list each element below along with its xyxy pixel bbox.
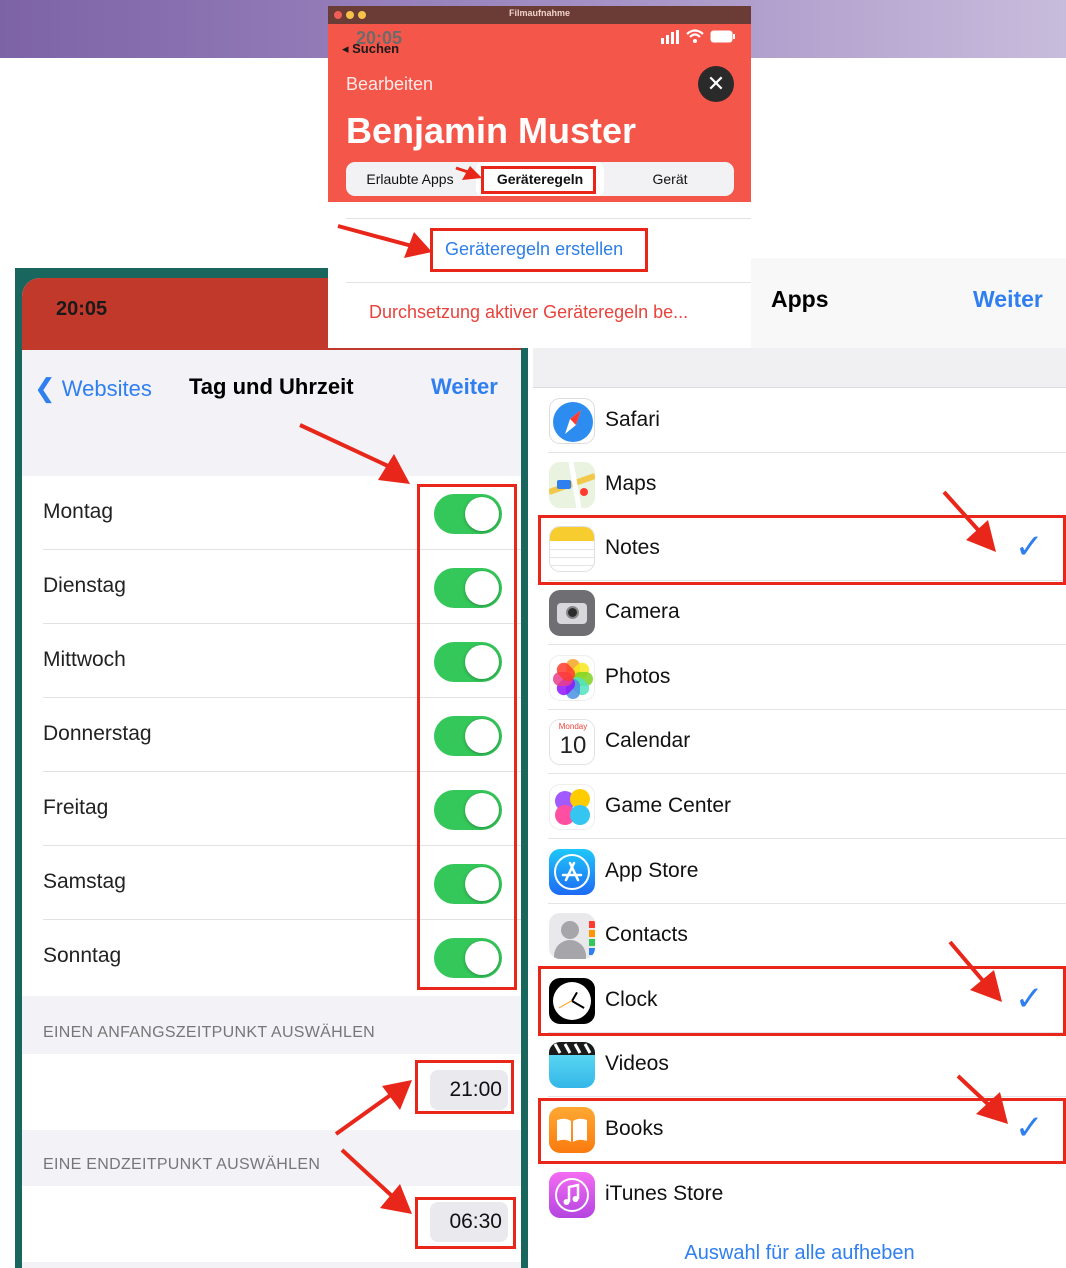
- tab-device[interactable]: Gerät: [606, 162, 734, 196]
- calendar-month: Monday: [558, 722, 588, 731]
- contacts-icon: [549, 913, 595, 959]
- divider: [548, 1096, 1066, 1097]
- chevron-left-icon: ❮: [34, 373, 56, 403]
- calendar-icon: Monday 10: [549, 719, 595, 765]
- back-websites-label: Websites: [61, 376, 152, 401]
- page-title: Apps: [771, 286, 829, 312]
- app-label: Game Center: [605, 794, 732, 817]
- highlight-box-books: [538, 1098, 1066, 1164]
- app-row-videos[interactable]: Videos: [533, 1033, 1066, 1097]
- camera-icon: [549, 590, 595, 636]
- back-to-search[interactable]: ◂ Suchen: [342, 41, 399, 57]
- highlight-box-end-time: [415, 1197, 516, 1249]
- highlight-box-notes: [538, 515, 1066, 585]
- highlight-box-create-rules: [430, 228, 648, 272]
- divider: [548, 838, 1066, 839]
- app-row-contacts[interactable]: Contacts: [533, 904, 1066, 968]
- clear-selection-link[interactable]: Auswahl für alle aufheben: [533, 1242, 1066, 1265]
- close-icon[interactable]: ✕: [698, 66, 734, 102]
- divider: [346, 282, 751, 283]
- enforce-rules-link[interactable]: Durchsetzung aktiver Geräteregeln be...: [369, 302, 688, 323]
- safari-icon: [549, 398, 595, 444]
- profile-name: Benjamin Muster: [346, 110, 637, 151]
- app-row-safari[interactable]: Safari: [533, 389, 1066, 453]
- wifi-icon: [686, 29, 704, 43]
- status-time: 20:05: [56, 298, 108, 320]
- app-label: Maps: [605, 472, 657, 495]
- day-label: Freitag: [43, 796, 109, 819]
- back-websites-button[interactable]: ❮ Websites: [34, 372, 152, 403]
- app-row-maps[interactable]: Maps: [533, 453, 1066, 517]
- section-spacer: [533, 348, 1066, 388]
- app-row-photos[interactable]: Photos: [533, 646, 1066, 710]
- divider: [548, 773, 1066, 774]
- next-button[interactable]: Weiter: [973, 286, 1043, 313]
- app-row-calendar[interactable]: Monday 10 Calendar: [533, 710, 1066, 774]
- start-time-header: EINEN ANFANGSZEITPUNKT AUSWÄHLEN: [43, 1024, 376, 1041]
- maps-icon: [549, 462, 595, 508]
- day-label: Mittwoch: [43, 648, 126, 671]
- app-label: Contacts: [605, 923, 688, 946]
- tab-allowed-apps[interactable]: Erlaubte Apps: [346, 162, 474, 196]
- divider: [548, 644, 1066, 645]
- navigation-bar: ❮ Websites Tag und Uhrzeit Weiter: [22, 350, 521, 438]
- app-row-itunes-store[interactable]: iTunes Store: [533, 1163, 1066, 1227]
- app-label: iTunes Store: [605, 1182, 724, 1205]
- day-label: Donnerstag: [43, 722, 152, 745]
- divider: [346, 218, 751, 219]
- app-label: Photos: [605, 665, 671, 688]
- end-time-header: EINE ENDZEITPUNKT AUSWÄHLEN: [43, 1156, 321, 1173]
- window-titlebar: Filmaufnahme: [328, 6, 751, 24]
- day-label: Sonntag: [43, 944, 122, 967]
- app-row-game-center[interactable]: Game Center: [533, 775, 1066, 839]
- day-label: Montag: [43, 500, 114, 523]
- app-label: App Store: [605, 859, 699, 882]
- day-time-panel: 20:05 ❮ Websites Tag und Uhrzeit Weiter M…: [22, 278, 521, 1268]
- highlight-box-toggles: [417, 484, 517, 990]
- app-label: Safari: [605, 408, 660, 431]
- app-row-camera[interactable]: Camera: [533, 581, 1066, 645]
- game-center-icon: [549, 784, 595, 830]
- photos-icon: [549, 655, 595, 701]
- apps-panel: Apps Weiter Safari Maps Notes ✓ Camera P…: [533, 258, 1066, 1268]
- day-time-sheet: ❮ Websites Tag und Uhrzeit Weiter Montag …: [22, 350, 521, 1268]
- day-label: Samstag: [43, 870, 126, 893]
- app-label: Videos: [605, 1052, 669, 1075]
- day-label: Dienstag: [43, 574, 126, 597]
- window-title: Filmaufnahme: [508, 8, 570, 18]
- videos-icon: [549, 1042, 595, 1088]
- calendar-day: 10: [559, 732, 587, 759]
- highlight-box-start-time: [415, 1060, 514, 1114]
- app-label: Calendar: [605, 729, 691, 752]
- itunes-store-icon: [549, 1172, 595, 1218]
- next-button[interactable]: Weiter: [431, 374, 498, 400]
- app-store-icon: [549, 849, 595, 895]
- app-label: Camera: [605, 600, 680, 623]
- family-settings-panel: Filmaufnahme 20:05 ◂ Suchen Bearbeiten ✕…: [328, 6, 751, 348]
- signal-icon: [661, 30, 679, 44]
- highlight-box-device-rules-tab: [481, 166, 596, 194]
- battery-icon: [710, 30, 735, 43]
- edit-button[interactable]: Bearbeiten: [346, 74, 433, 95]
- app-row-app-store[interactable]: App Store: [533, 840, 1066, 904]
- page-title: Tag und Uhrzeit: [189, 374, 354, 399]
- highlight-box-clock: [538, 966, 1066, 1036]
